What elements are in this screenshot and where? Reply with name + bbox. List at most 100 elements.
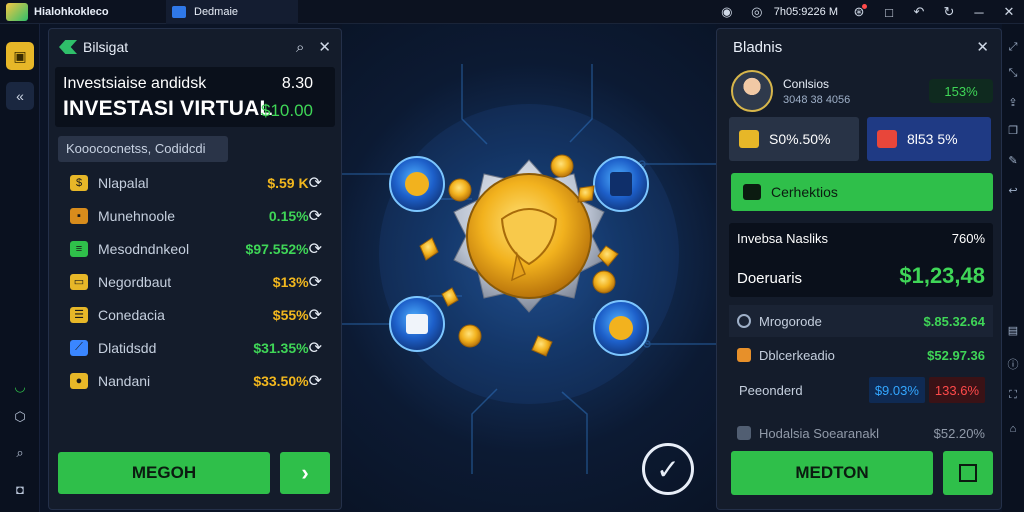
certificates-button[interactable]: Cerhektios — [731, 173, 993, 211]
card-icon: ▭ — [70, 273, 88, 290]
profile-text: Conlsios 3048 38 4056 — [783, 77, 929, 106]
investment-title: INVESTASI VIRTUAL — [63, 97, 273, 120]
investment-summary: Investsiaise andidsk 8.30 INVESTASI VIRT… — [55, 67, 335, 127]
asset-row-label: Negordbaut — [98, 273, 172, 290]
asset-row[interactable]: ⟋ Dlatidsdd $31.35% ⟳ — [54, 331, 336, 364]
asset-row[interactable]: ≡ Mesodndnkeol $97.552% ⟳ — [54, 232, 336, 265]
expand-icon[interactable]: ⤢ — [1006, 40, 1020, 54]
tab-active[interactable]: Dedmaie — [166, 0, 298, 24]
detail-row[interactable]: Dblcerkeadio $52.97.36 — [729, 339, 993, 371]
filter-chip[interactable]: Kooococnetss, Codidcdi — [58, 136, 228, 162]
details-total-label: Doeruaris — [737, 270, 803, 287]
box-icon: ▪ — [70, 207, 88, 224]
profile-id: 3048 38 4056 — [783, 93, 851, 106]
asset-row-value: $55% — [272, 306, 309, 323]
certificates-label: Cerhektios — [771, 184, 838, 200]
app-logo-icon — [6, 2, 28, 21]
right-toolbar: ⤢ ⤡ ⇪ ❐ ✎ ↩ ▤ ⓘ ⛶ ⌂ — [1002, 24, 1024, 512]
asset-row-value: $33.50% — [253, 372, 309, 389]
square-button[interactable] — [943, 451, 993, 495]
details-total-value: $1,23,48 — [899, 263, 985, 288]
close-icon[interactable]: ✕ — [994, 0, 1024, 24]
image-icon[interactable]: ▤ — [1006, 324, 1020, 338]
detail-row-value: $.85.32.64 — [923, 313, 985, 329]
asset-row-value: $31.35% — [253, 339, 309, 356]
chevron-right-icon: › — [301, 460, 309, 485]
target-icon — [737, 314, 751, 328]
pill-row-label: Peeonderd — [739, 382, 803, 398]
left-footer: MEGOH › — [58, 452, 332, 494]
trend-icon: ⟳ — [308, 306, 322, 324]
close-icon[interactable]: ✕ — [318, 38, 331, 56]
investment-subtitle: Investsiaise andidsk — [63, 75, 207, 92]
window-controls: ◉ ◎ 7h05:9226 M ⊛ □ ↶ ↻ ─ ✕ — [712, 0, 1024, 24]
stop-icon[interactable]: ◘ — [6, 478, 34, 500]
details-total-row: Doeruaris $1,23,48 — [737, 263, 985, 289]
asset-row[interactable]: ▪ Munehnoole 0.15% ⟳ — [54, 199, 336, 232]
investment-value: $10.00 — [261, 101, 313, 120]
asset-row-label: Nlapalal — [98, 174, 149, 191]
list-icon — [737, 426, 751, 440]
primary-action-button[interactable]: MEGOH — [58, 452, 270, 494]
undo-icon[interactable]: ↶ — [904, 0, 934, 24]
search-icon[interactable]: ⌕ — [296, 39, 304, 56]
pill-blue: $9.03% — [868, 377, 925, 403]
coin-icon: $ — [70, 174, 88, 191]
trend-icon: ⟳ — [308, 207, 322, 225]
copy-icon[interactable]: ❐ — [1006, 124, 1020, 138]
info-icon[interactable]: ⓘ — [1006, 358, 1020, 372]
square-icon — [959, 464, 977, 482]
fullscreen-icon[interactable]: ⛶ — [1006, 388, 1020, 402]
collapse-icon[interactable]: ⤡ — [1006, 66, 1020, 80]
stat-tile-gold[interactable]: S0%.50% — [729, 117, 859, 161]
back-arrow-icon[interactable]: ↩ — [1006, 184, 1020, 198]
detail-row-pills[interactable]: Peeonderd $9.03% 133.6% — [729, 373, 993, 407]
details-title: Invebsa Nasliks — [737, 231, 829, 246]
balance-header: Bladnis ✕ — [717, 29, 1001, 65]
history-icon[interactable]: ◉ — [712, 0, 742, 24]
window-icon[interactable]: □ — [874, 0, 904, 24]
profile-card[interactable]: Conlsios 3048 38 4056 153% — [731, 67, 993, 115]
asset-row-value: 0.15% — [268, 207, 309, 224]
trend-icon: ⟳ — [308, 273, 322, 291]
detail-row-label: Mrogorode — [759, 313, 822, 329]
asset-row[interactable]: ● Nandani $33.50% ⟳ — [54, 364, 336, 397]
confirm-check-icon[interactable]: ✓ — [642, 443, 694, 495]
detail-row[interactable]: Hodalsia Soearanakl $52.20% — [729, 417, 993, 449]
stack-icon: ≡ — [70, 240, 88, 257]
asset-row[interactable]: ☰ Conedacia $55% ⟳ — [54, 298, 336, 331]
status-icon[interactable]: ◡ — [6, 376, 34, 398]
asset-row-label: Conedacia — [98, 306, 165, 323]
app-root: Hialohkokleco Dedmaie ◉ ◎ 7h05:9226 M ⊛ … — [0, 0, 1024, 512]
asset-row-label: Dlatidsdd — [98, 339, 157, 356]
asset-row[interactable]: ▭ Negordbaut $13% ⟳ — [54, 265, 336, 298]
pill-red: 133.6% — [928, 377, 985, 403]
detail-row[interactable]: Mrogorode $.85.32.64 — [729, 305, 993, 337]
balance-panel: Bladnis ✕ Conlsios 3048 38 4056 153% S0%… — [716, 28, 1002, 510]
confirm-button[interactable]: MEDTON — [731, 451, 933, 495]
close-icon[interactable]: ✕ — [976, 38, 989, 56]
bag-icon: ● — [70, 372, 88, 389]
clock-icon[interactable]: ◎ — [742, 0, 772, 24]
refresh-icon[interactable]: ↻ — [934, 0, 964, 24]
details-title-value: 760% — [951, 231, 985, 246]
detail-row-value: $52.97.36 — [927, 347, 985, 363]
settings-icon[interactable]: ⬡ — [6, 406, 34, 428]
home-icon[interactable]: ⌂ — [1006, 422, 1020, 436]
wallet-icon[interactable]: ▣ — [6, 42, 34, 70]
details-title-row: Invebsa Nasliks 760% — [737, 231, 985, 246]
share-icon[interactable]: ⇪ — [1006, 96, 1020, 110]
asset-row-value: $.59 K — [267, 174, 309, 191]
asset-row[interactable]: $ Nlapalal $.59 K ⟳ — [54, 166, 336, 199]
notification-icon[interactable]: ⊛ — [844, 0, 874, 24]
investment-subtitle-value: 8.30 — [281, 75, 313, 92]
center-illustration — [342, 24, 716, 512]
stat-tile-blue[interactable]: 8l53 5% — [867, 117, 991, 161]
next-arrow-button[interactable]: › — [280, 452, 330, 494]
right-footer: MEDTON — [731, 451, 993, 495]
detail-row-label: Hodalsia Soearanakl — [759, 425, 879, 441]
back-icon[interactable]: « — [6, 82, 34, 110]
pen-icon[interactable]: ✎ — [1006, 154, 1020, 168]
minimize-icon[interactable]: ─ — [964, 0, 994, 24]
search-icon[interactable]: ⌕ — [6, 442, 34, 464]
